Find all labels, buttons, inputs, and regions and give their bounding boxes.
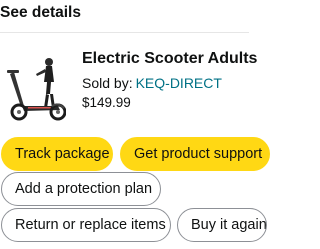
product-title[interactable]: Electric Scooter Adults — [82, 50, 257, 68]
track-package-button[interactable]: Track package — [1, 137, 113, 171]
sold-by: Sold by: KEQ-DIRECT — [82, 75, 222, 91]
sold-by-label: Sold by: — [82, 75, 133, 91]
return-or-replace-button[interactable]: Return or replace items — [1, 208, 171, 242]
divider — [0, 32, 249, 33]
product-image[interactable] — [2, 48, 66, 124]
get-product-support-button[interactable]: Get product support — [120, 137, 270, 171]
see-details-heading: See details — [0, 4, 81, 21]
seller-link[interactable]: KEQ-DIRECT — [136, 75, 222, 91]
add-protection-plan-button[interactable]: Add a protection plan — [1, 172, 161, 206]
product-price: $149.99 — [82, 95, 131, 110]
buy-it-again-button[interactable]: Buy it again — [177, 208, 267, 242]
